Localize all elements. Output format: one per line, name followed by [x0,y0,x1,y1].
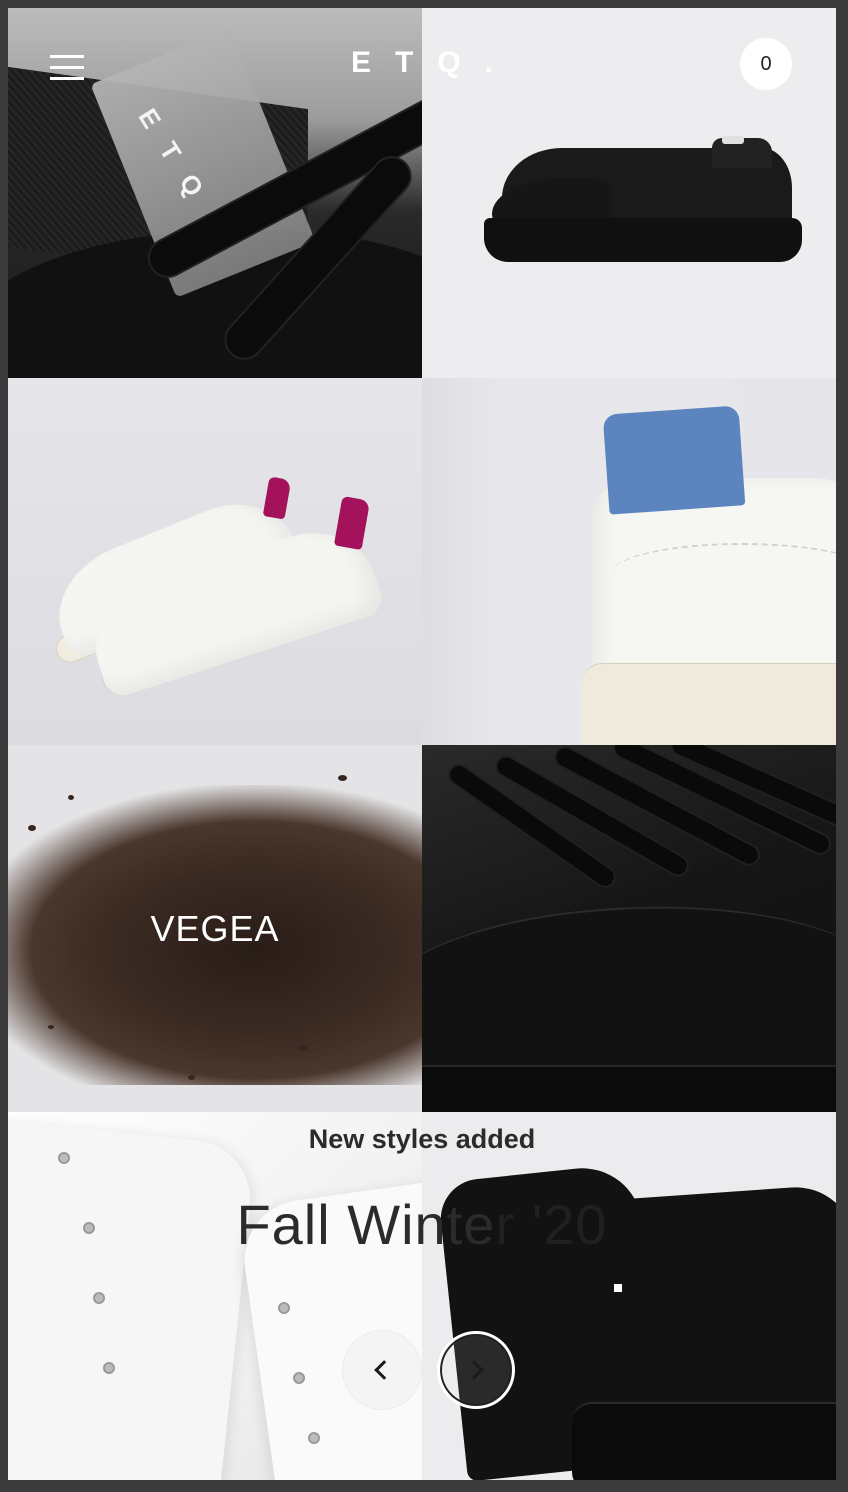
device-frame: ETQ. VEGEA ETQ. 0 New styles added Fall … [0,0,848,1492]
shoe-liner [722,136,744,144]
logo-dot [614,1284,622,1292]
speck [188,1075,195,1080]
grid-tile-8[interactable] [422,1112,836,1480]
speck [68,795,74,800]
grid-tile-3[interactable] [8,378,422,745]
prev-slide-button[interactable] [343,1331,421,1409]
eyelet [293,1372,305,1384]
magenta-heel [333,495,371,551]
hero-eyebrow: New styles added [308,1124,536,1154]
eyelet [278,1302,290,1314]
stitching [612,543,836,603]
image-grid: ETQ. VEGEA [8,8,836,1480]
shoe-sole [572,1402,836,1480]
grid-tile-7[interactable] [8,1112,422,1480]
cart-button[interactable]: 0 [740,38,792,90]
eyelet [103,1362,115,1374]
grid-tile-5[interactable]: VEGEA [8,745,422,1112]
shoe-sole [422,1065,836,1112]
grid-tile-4[interactable] [422,378,836,745]
vegea-logo: VEGEA [150,908,280,949]
blue-heel-tab [602,405,746,515]
hero-headline-main: Fall Winte [236,1193,496,1256]
leather-panel [8,1119,257,1480]
next-slide-button[interactable] [437,1331,515,1409]
chevron-right-icon [464,1360,484,1380]
shoe-sole [484,218,802,262]
speck [48,1025,54,1029]
eyelet [93,1292,105,1304]
grid-tile-6[interactable] [422,745,836,1112]
shoe-sole [582,663,836,745]
magenta-heel [262,476,292,520]
speck [298,1045,308,1051]
speck [28,825,36,831]
hero-headline-fade: r '20 [495,1193,608,1256]
eyelet [308,1432,320,1444]
hero-headline: Fall Winter '20 [8,1192,836,1257]
screen: ETQ. VEGEA ETQ. 0 New styles added Fall … [8,8,836,1480]
chevron-left-icon [374,1360,394,1380]
brand-logo[interactable]: ETQ. [8,46,836,80]
speck [338,775,347,781]
